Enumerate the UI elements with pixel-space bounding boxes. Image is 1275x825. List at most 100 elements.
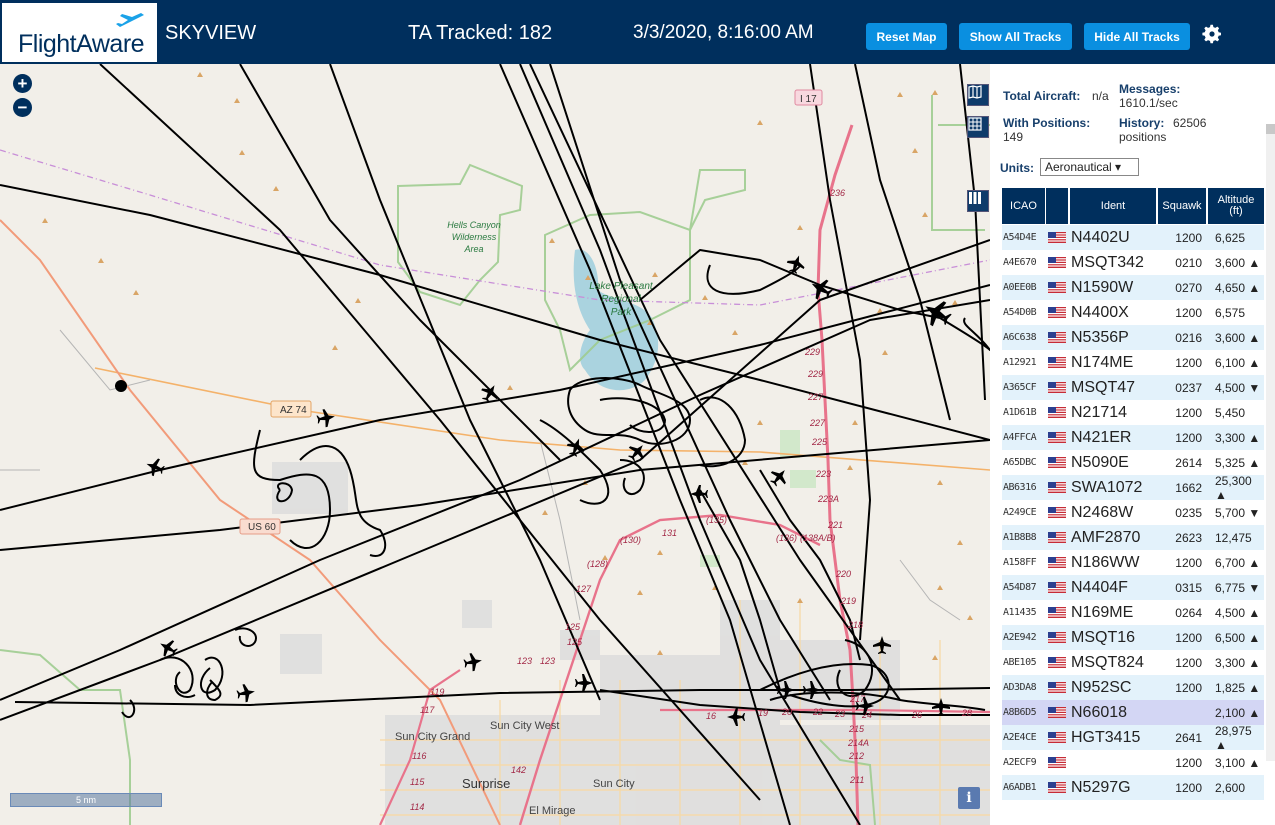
svg-text:Wilderness: Wilderness (452, 232, 497, 242)
table-row[interactable]: A1B8B8 AMF2870 2623 12,475 (1002, 525, 1264, 550)
row-altitude: 5,325 ▲ (1215, 455, 1261, 470)
row-ident: N952SC (1071, 678, 1132, 696)
row-altitude: 25,300 ▲ (1215, 473, 1252, 502)
us-flag-icon (1048, 732, 1066, 743)
row-flag (1046, 300, 1068, 325)
peak-markers (42, 72, 973, 660)
col-icao[interactable]: ICAO (1002, 188, 1045, 224)
us-flag-icon (1048, 232, 1066, 243)
row-squawk: 1200 (1175, 630, 1202, 645)
label-surprise: Surprise (462, 776, 510, 791)
svg-text:22: 22 (812, 707, 823, 717)
row-squawk: 0237 (1175, 380, 1202, 395)
col-squawk[interactable]: Squawk (1158, 188, 1206, 224)
svg-text:114: 114 (410, 802, 424, 812)
row-altitude: 3,100 ▲ (1215, 755, 1261, 770)
selected-aircraft-dot (115, 380, 127, 392)
row-flag (1046, 625, 1068, 650)
gear-icon[interactable] (1200, 22, 1224, 46)
row-altitude: 4,500 ▼ (1215, 380, 1261, 395)
panel-scrollbar-thumb[interactable] (1266, 124, 1275, 134)
table-row[interactable]: A6ADB1 N5297G 1200 2,600 (1002, 775, 1264, 800)
table-row[interactable]: A65DBC N5090E 2614 5,325 ▲ (1002, 450, 1264, 475)
row-flag (1046, 350, 1068, 375)
table-row[interactable]: A1D61B N21714 1200 5,450 (1002, 400, 1264, 425)
row-altitude: 2,100 ▲ (1215, 705, 1261, 720)
row-ident: MSQT47 (1071, 378, 1136, 396)
us-flag-icon (1048, 532, 1066, 543)
row-flag (1046, 550, 1068, 575)
table-row[interactable]: A2ECF9 1200 3,100 ▲ (1002, 750, 1264, 775)
row-icao: A8B6D5 (1003, 707, 1037, 718)
table-row[interactable]: A2E4CE HGT3415 2641 28,975 ▲ (1002, 724, 1264, 752)
row-icao: A158FF (1003, 557, 1037, 568)
show-all-tracks-button[interactable]: Show All Tracks (959, 23, 1072, 50)
col-ident[interactable]: Ident (1070, 188, 1156, 224)
table-row[interactable]: A365CF MSQT47 0237 4,500 ▼ (1002, 375, 1264, 400)
row-flag (1046, 675, 1068, 700)
table-row[interactable]: A11435 N169ME 0264 4,500 ▲ (1002, 600, 1264, 625)
table-row[interactable]: A2E942 MSQT16 1200 6,500 ▲ (1002, 625, 1264, 650)
flightaware-logo[interactable]: FlightAware (2, 3, 157, 62)
svg-text:125: 125 (567, 637, 583, 647)
table-row[interactable]: A4FFCA N421ER 1200 3,300 ▲ (1002, 425, 1264, 450)
row-ident: N421ER (1071, 428, 1132, 446)
us-flag-icon (1048, 332, 1066, 343)
table-row[interactable]: A54D87 N4404F 0315 6,775 ▼ (1002, 575, 1264, 600)
map-canvas[interactable]: AZ 74 US 60 I 17 Hells Canyon Wilderness… (0, 64, 990, 825)
columns-icon[interactable] (967, 190, 989, 212)
aircraft-icon (316, 409, 335, 428)
svg-text:(128): (128) (587, 559, 608, 569)
col-altitude[interactable]: Altitude (ft) (1208, 188, 1264, 224)
svg-text:131: 131 (662, 528, 677, 538)
zoom-in-button[interactable]: + (13, 74, 32, 93)
table-row[interactable]: AB6316 SWA1072 1662 25,300 ▲ (1002, 473, 1264, 502)
svg-text:125: 125 (565, 622, 581, 632)
row-flag (1046, 275, 1068, 300)
zoom-out-button[interactable]: − (13, 98, 32, 117)
table-row[interactable]: AD3DA8 N952SC 1200 1,825 ▲ (1002, 675, 1264, 700)
table-row[interactable]: A8B6D5 N66018 2,100 ▲ (1002, 700, 1264, 725)
row-icao: A365CF (1003, 382, 1037, 393)
row-flag (1046, 750, 1068, 775)
row-icao: A2E942 (1003, 632, 1037, 643)
us-flag-icon (1048, 682, 1066, 693)
us-flag-icon (1048, 607, 1066, 618)
col-flag[interactable] (1046, 188, 1068, 224)
table-row[interactable]: A6C638 N5356P 0216 3,600 ▲ (1002, 325, 1264, 350)
units-label: Units: (1000, 161, 1034, 175)
table-row[interactable]: A12921 N174ME 1200 6,100 ▲ (1002, 350, 1264, 375)
row-flag (1046, 400, 1068, 425)
grid-icon[interactable] (967, 116, 989, 138)
svg-text:212: 212 (848, 751, 864, 761)
reset-map-button[interactable]: Reset Map (866, 23, 947, 50)
info-button[interactable]: i (958, 787, 980, 809)
panel-scrollbar[interactable] (1266, 124, 1275, 761)
us-flag-icon (1048, 782, 1066, 793)
table-row[interactable]: A4E670 MSQT342 0210 3,600 ▲ (1002, 250, 1264, 275)
row-squawk: 0210 (1175, 255, 1202, 270)
table-row[interactable]: A54D4E N4402U 1200 6,625 (1002, 225, 1264, 250)
hide-all-tracks-button[interactable]: Hide All Tracks (1084, 23, 1190, 50)
row-altitude: 6,500 ▲ (1215, 630, 1261, 645)
row-icao: A65DBC (1003, 457, 1037, 468)
top-bar: FlightAware SKYVIEW TA Tracked: 182 3/3/… (0, 0, 1275, 64)
units-select[interactable]: Aeronautical ▾ (1040, 158, 1139, 176)
us-flag-icon (1048, 757, 1066, 768)
table-row[interactable]: A158FF N186WW 1200 6,700 ▲ (1002, 550, 1264, 575)
row-flag (1046, 575, 1068, 600)
table-row[interactable]: ABE105 MSQT824 1200 3,300 ▲ (1002, 650, 1264, 675)
svg-text:28: 28 (961, 708, 972, 718)
row-icao: A54D4E (1003, 232, 1037, 243)
row-squawk: 0235 (1175, 505, 1202, 520)
table-row[interactable]: A0EE0B N1590W 0270 4,650 ▲ (1002, 275, 1264, 300)
row-squawk: 1200 (1175, 755, 1202, 770)
label-az74: AZ 74 (280, 405, 307, 416)
map-view[interactable]: AZ 74 US 60 I 17 Hells Canyon Wilderness… (0, 64, 990, 825)
table-row[interactable]: A249CE N2468W 0235 5,700 ▼ (1002, 500, 1264, 525)
table-row[interactable]: A54D0B N4400X 1200 6,575 (1002, 300, 1264, 325)
map-layers-icon[interactable] (967, 84, 989, 106)
row-ident: SWA1072 (1071, 478, 1143, 496)
history-value: 62506 (1173, 116, 1207, 130)
row-flag (1046, 500, 1068, 525)
